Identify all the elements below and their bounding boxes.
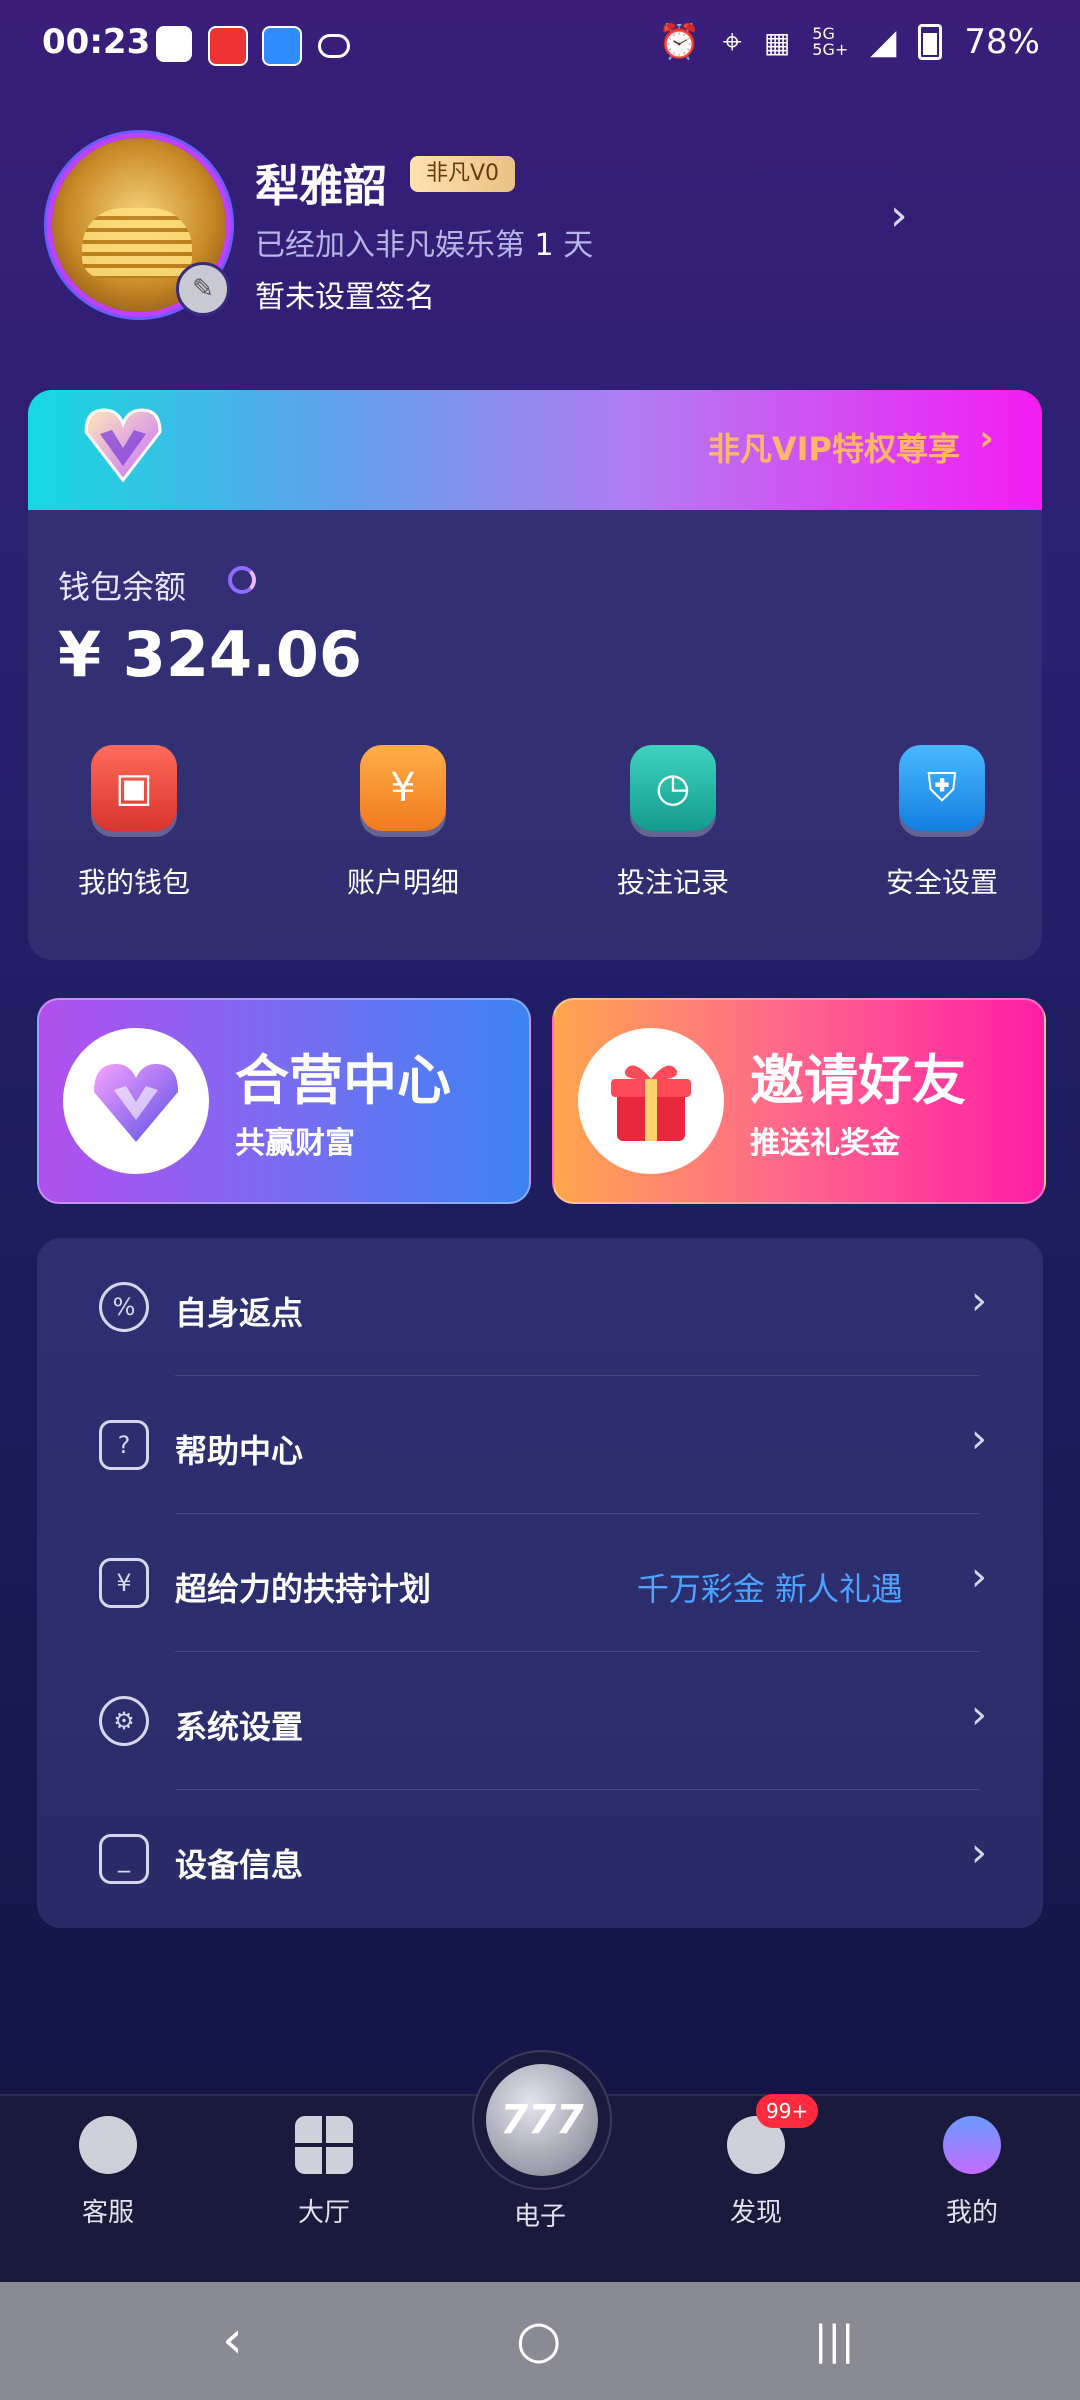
nav-discover[interactable]: 发现 [686,2116,826,2229]
vip-chevron-right-icon: › [979,418,994,459]
shield-icon: ⛨ [899,745,985,831]
grid-icon [295,2116,353,2174]
slot-777-icon: 777 [486,2064,598,2176]
nav-label: 发现 [729,2198,782,2228]
signature-text: 暂未设置签名 [255,280,435,315]
quick-action-label: 账户明细 [346,866,459,899]
status-right: ⏰ ⌖ ▦ 5G 5G+ ◢ 78% [658,22,1040,62]
nav-electronic[interactable]: 电子 [470,2196,610,2233]
settings-menu: % 自身返点 › ? 帮助中心 › ¥ 超给力的扶持计划 千万彩金 新人礼遇 ›… [37,1238,1043,1928]
menu-item-label: 自身返点 [175,1294,304,1332]
menu-item-rebate[interactable]: % 自身返点 › [37,1238,1043,1376]
nav-label: 我的 [945,2198,998,2228]
quick-action-account-details[interactable]: ¥ 账户明细 [323,745,483,901]
heart-gem-icon [94,1064,178,1142]
joined-suffix: 天 [563,228,594,263]
network-label: 5G 5G+ [812,26,848,58]
record-icon: ◷ [630,745,716,831]
chevron-right-icon: › [971,1830,987,1876]
vip-heart-logo-icon [84,408,162,483]
partner-center-card[interactable]: 合营中心 共赢财富 [37,998,531,1204]
news-app-icon [208,26,248,66]
menu-item-system-settings[interactable]: ⚙ 系统设置 › [37,1652,1043,1790]
alarm-icon: ⏰ [658,22,701,62]
nav-label: 客服 [81,2198,134,2228]
cloud-icon [318,34,350,58]
avatar-image [82,208,192,278]
nav-customer-service[interactable]: 客服 [38,2116,178,2229]
partner-heart-icon [63,1028,209,1174]
nav-label: 大厅 [297,2198,350,2228]
partner-center-subtitle: 共赢财富 [235,1126,355,1161]
partner-center-title: 合营中心 [235,1049,451,1112]
home-button[interactable]: ○ [516,2310,561,2370]
wallet-icon: ▣ [91,745,177,831]
menu-item-help-center[interactable]: ? 帮助中心 › [37,1376,1043,1514]
nav-label: 电子 [513,2202,566,2232]
chevron-right-icon: › [971,1278,987,1324]
back-button[interactable]: ‹ [222,2310,243,2370]
nfc-icon: ▦ [763,25,791,59]
message-icon [156,26,192,62]
vip-privilege-label: 非凡VIP特权尊享 [707,430,960,468]
quick-action-security-settings[interactable]: ⛨ 安全设置 [862,745,1022,901]
vip-level-badge: 非凡V0 [410,156,516,192]
joined-days: 1 [534,228,554,263]
device-icon: _ [99,1834,149,1884]
support-plan-promo-text: 千万彩金 新人礼遇 [636,1570,903,1608]
menu-item-label: 设备信息 [175,1846,304,1884]
wallet-card: 非凡VIP特权尊享 › 钱包余额 ¥ 324.06 ▣ 我的钱包 ¥ 账户明细 … [28,390,1042,960]
battery-percent: 78% [964,22,1040,62]
chevron-right-icon: › [971,1554,987,1600]
joined-days-text: 已经加入非凡娱乐第 1 天 [255,220,593,264]
quick-action-label: 我的钱包 [77,866,190,899]
menu-item-label: 系统设置 [175,1708,304,1746]
network-5g-plus: 5G+ [812,40,849,59]
gift-box-icon [578,1028,724,1174]
battery-icon [918,24,943,60]
notification-badge: 99+ [756,2094,819,2128]
recents-button[interactable]: ||| [814,2318,854,2364]
bill-icon: ¥ [360,745,446,831]
rebate-icon: % [99,1282,149,1332]
chevron-right-icon: › [971,1692,987,1738]
profile-icon [943,2116,1001,2174]
center-slot-button[interactable]: 777 [472,2050,612,2190]
menu-item-support-plan[interactable]: ¥ 超给力的扶持计划 千万彩金 新人礼遇 › [37,1514,1043,1652]
quick-action-my-wallet[interactable]: ▣ 我的钱包 [54,745,214,901]
menu-item-label: 超给力的扶持计划 [175,1570,432,1608]
red-gift-icon [611,1065,691,1141]
quick-action-label: 投注记录 [616,866,729,899]
quick-action-label: 安全设置 [885,866,998,899]
user-name: 犁雅韶 [255,161,387,212]
profile-chevron-right-icon[interactable]: › [890,190,908,241]
invite-friends-subtitle: 推送礼奖金 [750,1126,900,1161]
status-bar: 00:23 ⏰ ⌖ ▦ 5G 5G+ ◢ 78% [0,0,1080,95]
status-time: 00:23 [42,22,151,62]
refresh-icon[interactable] [228,566,256,594]
invite-friends-title: 邀请好友 [750,1049,966,1112]
joined-prefix: 已经加入非凡娱乐第 [255,228,525,263]
help-icon: ? [99,1420,149,1470]
chat-icon [79,2116,137,2174]
system-navigation-bar: ‹ ○ ||| [0,2282,1080,2400]
menu-item-device-info[interactable]: _ 设备信息 › [37,1790,1043,1928]
wallet-balance-label: 钱包余额 [58,568,187,606]
wallet-balance: ¥ 324.06 [58,618,362,691]
chevron-right-icon: › [971,1416,987,1462]
invite-friends-card[interactable]: 邀请好友 推送礼奖金 [552,998,1046,1204]
signal-icon: ◢ [870,22,897,62]
settings-icon: ⚙ [99,1696,149,1746]
nav-lobby[interactable]: 大厅 [254,2116,394,2229]
gift-icon: ¥ [99,1558,149,1608]
menu-item-label: 帮助中心 [175,1432,304,1470]
location-icon: ⌖ [722,22,742,62]
vip-banner[interactable]: 非凡VIP特权尊享 › [28,390,1042,510]
quick-action-bet-records[interactable]: ◷ 投注记录 [593,745,753,901]
nav-me[interactable]: 我的 [902,2116,1042,2229]
browser-app-icon [262,26,302,66]
edit-avatar-icon[interactable]: ✎ [176,262,230,316]
